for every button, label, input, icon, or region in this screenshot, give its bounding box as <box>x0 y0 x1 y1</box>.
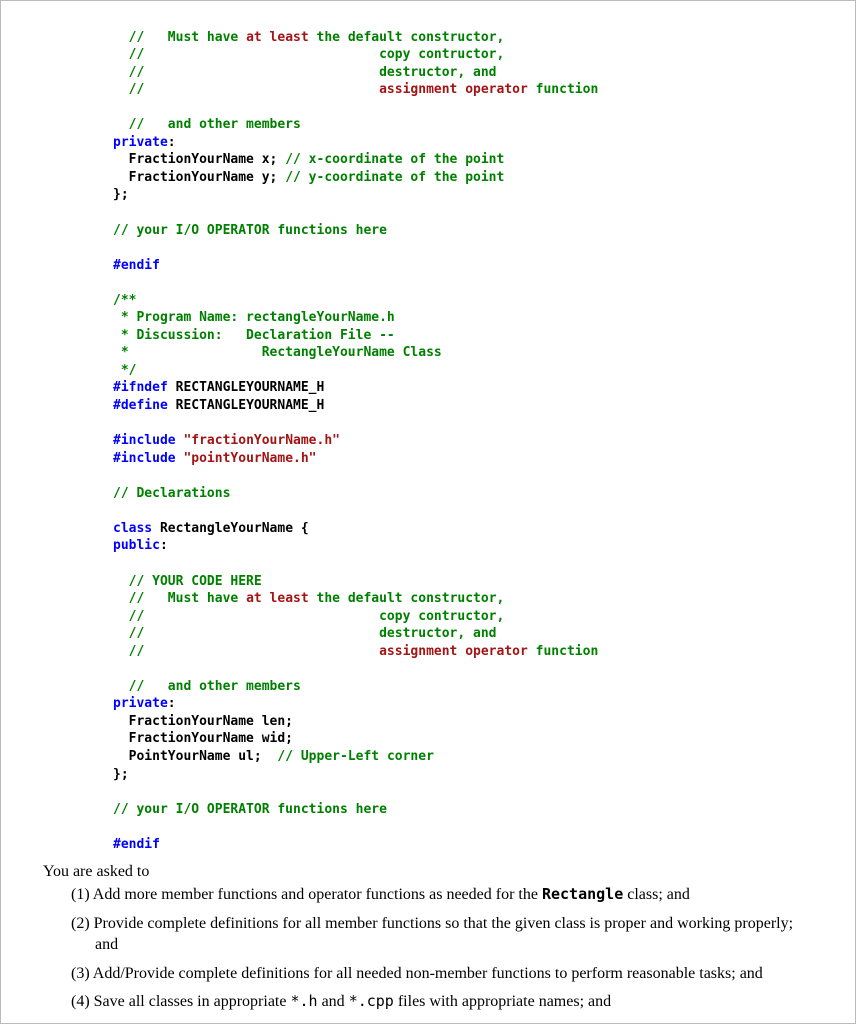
comment-line: // copy contructor, <box>129 609 505 624</box>
file-ext-h: *.h <box>290 992 317 1010</box>
keyword-public: public <box>113 538 160 553</box>
comment-line: // <box>129 82 379 97</box>
keyword-private: private <box>113 135 168 150</box>
comment-line: // and other members <box>113 117 301 132</box>
file-ext-cpp: *.cpp <box>349 992 394 1010</box>
member-decl: FractionYourName y; <box>113 170 285 185</box>
member-decl: PointYourName ul; <box>113 749 277 764</box>
instructions-list: (1) Add more member functions and operat… <box>71 885 805 1013</box>
comment-highlight: at least <box>246 30 309 45</box>
preproc-endif: #endif <box>113 258 160 273</box>
close-brace: }; <box>113 767 129 782</box>
doc-comment: * Discussion: Declaration File -- <box>113 328 395 343</box>
comment-line: the default constructor, <box>309 591 505 606</box>
doc-comment: * Program Name: rectangleYourName.h <box>113 310 395 325</box>
comment-line: // copy contructor, <box>129 47 505 62</box>
colon: : <box>168 696 176 711</box>
comment-line: // destructor, and <box>129 626 497 641</box>
comment-io-operators: // your I/O OPERATOR functions here <box>113 802 387 817</box>
comment-io-operators: // your I/O OPERATOR functions here <box>113 223 387 238</box>
member-decl: FractionYourName len; <box>113 714 293 729</box>
doc-comment: /** <box>113 293 136 308</box>
comment-line: // Must have <box>129 30 246 45</box>
comment-line: // <box>129 644 379 659</box>
comment-inline: // Upper-Left corner <box>277 749 434 764</box>
keyword-class: class <box>113 521 152 536</box>
comment-line: // and other members <box>113 679 301 694</box>
colon: : <box>160 538 168 553</box>
instruction-item-4: (4) Save all classes in appropriate *.h … <box>71 992 805 1013</box>
comment-line: function <box>528 82 598 97</box>
comment-line: // Must have <box>129 591 246 606</box>
preproc-include: #include <box>113 433 176 448</box>
comment-inline: // y-coordinate of the point <box>285 170 504 185</box>
instructions-section: You are asked to (1) Add more member fun… <box>43 863 805 1013</box>
comment-line: // destructor, and <box>129 65 497 80</box>
member-decl: FractionYourName wid; <box>113 731 293 746</box>
comment-inline: // x-coordinate of the point <box>285 152 504 167</box>
keyword-private: private <box>113 696 168 711</box>
doc-comment: * RectangleYourName Class <box>113 345 442 360</box>
comment-declarations: // Declarations <box>113 486 230 501</box>
preproc-ifndef: #ifndef <box>113 380 168 395</box>
preproc-include: #include <box>113 451 176 466</box>
comment-highlight: at least <box>246 591 309 606</box>
class-name: RectangleYourName { <box>152 521 309 536</box>
macro-name: RECTANGLEYOURNAME_H <box>168 398 325 413</box>
rectangle-class-name: Rectangle <box>542 885 623 903</box>
include-path: "pointYourName.h" <box>176 451 317 466</box>
preproc-define: #define <box>113 398 168 413</box>
comment-highlight: assignment operator <box>379 644 528 659</box>
instructions-lead: You are asked to <box>43 863 805 881</box>
code-block-point-class-tail: // Must have at least the default constr… <box>113 11 855 853</box>
preproc-endif: #endif <box>113 837 160 852</box>
instruction-item-2: (2) Provide complete definitions for all… <box>71 914 805 956</box>
comment-your-code: // YOUR CODE HERE <box>129 574 262 589</box>
instruction-item-1: (1) Add more member functions and operat… <box>71 885 805 906</box>
page: // Must have at least the default constr… <box>1 1 855 1013</box>
macro-name: RECTANGLEYOURNAME_H <box>168 380 325 395</box>
colon: : <box>168 135 176 150</box>
comment-highlight: assignment operator <box>379 82 528 97</box>
close-brace: }; <box>113 187 129 202</box>
member-decl: FractionYourName x; <box>113 152 285 167</box>
include-path: "fractionYourName.h" <box>176 433 340 448</box>
comment-line: the default constructor, <box>309 30 505 45</box>
instruction-item-3: (3) Add/Provide complete definitions for… <box>71 964 805 985</box>
doc-comment: */ <box>113 363 136 378</box>
comment-line: function <box>528 644 598 659</box>
